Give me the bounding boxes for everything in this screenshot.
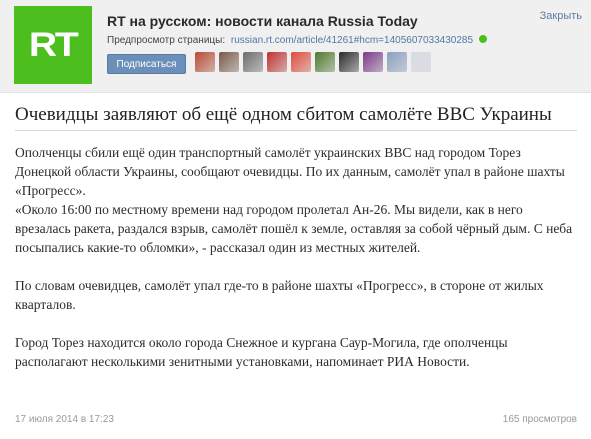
subscriber-avatar-icon[interactable] xyxy=(387,52,407,72)
subscriber-avatars xyxy=(195,52,431,72)
close-link[interactable]: Закрыть xyxy=(540,10,582,22)
subscriber-avatar-icon[interactable] xyxy=(411,52,431,72)
rt-logo[interactable]: RT xyxy=(14,6,92,84)
preview-label: Предпросмотр страницы: xyxy=(107,35,226,46)
subscriber-avatar-icon[interactable] xyxy=(363,52,383,72)
preview-url-link[interactable]: russian.rt.com/article/41261#hcm=1405607… xyxy=(231,35,473,46)
page-preview: Предпросмотр страницы: russian.rt.com/ar… xyxy=(107,35,487,46)
article-paragraph: По словам очевидцев, самолёт упал где-то… xyxy=(15,278,544,312)
subscriber-avatar-icon[interactable] xyxy=(219,52,239,72)
subscribe-button[interactable]: Подписаться xyxy=(107,54,186,74)
status-dot-icon xyxy=(478,35,487,43)
logo-text: RT xyxy=(29,25,79,64)
subscriber-avatar-icon[interactable] xyxy=(291,52,311,72)
article-title: Очевидцы заявляют об ещё одном сбитом са… xyxy=(15,104,552,125)
subscriber-avatar-icon[interactable] xyxy=(243,52,263,72)
subscriber-avatar-icon[interactable] xyxy=(315,52,335,72)
article-paragraph: Ополченцы сбили ещё один транспортный са… xyxy=(15,145,565,198)
page-title[interactable]: RT на русском: новости канала Russia Tod… xyxy=(107,13,418,29)
community-header: RT RT на русском: новости канала Russia … xyxy=(0,0,591,93)
title-divider xyxy=(15,130,577,131)
article-paragraph: Город Торез находится около города Снежн… xyxy=(15,335,508,369)
subscriber-avatar-icon[interactable] xyxy=(267,52,287,72)
view-count: 165 просмотров xyxy=(502,414,577,425)
subscriber-avatar-icon[interactable] xyxy=(339,52,359,72)
post-date[interactable]: 17 июля 2014 в 17:23 xyxy=(15,414,114,425)
subscriber-avatar-icon[interactable] xyxy=(195,52,215,72)
article-paragraph: «Около 16:00 по местному времени над гор… xyxy=(15,202,573,255)
